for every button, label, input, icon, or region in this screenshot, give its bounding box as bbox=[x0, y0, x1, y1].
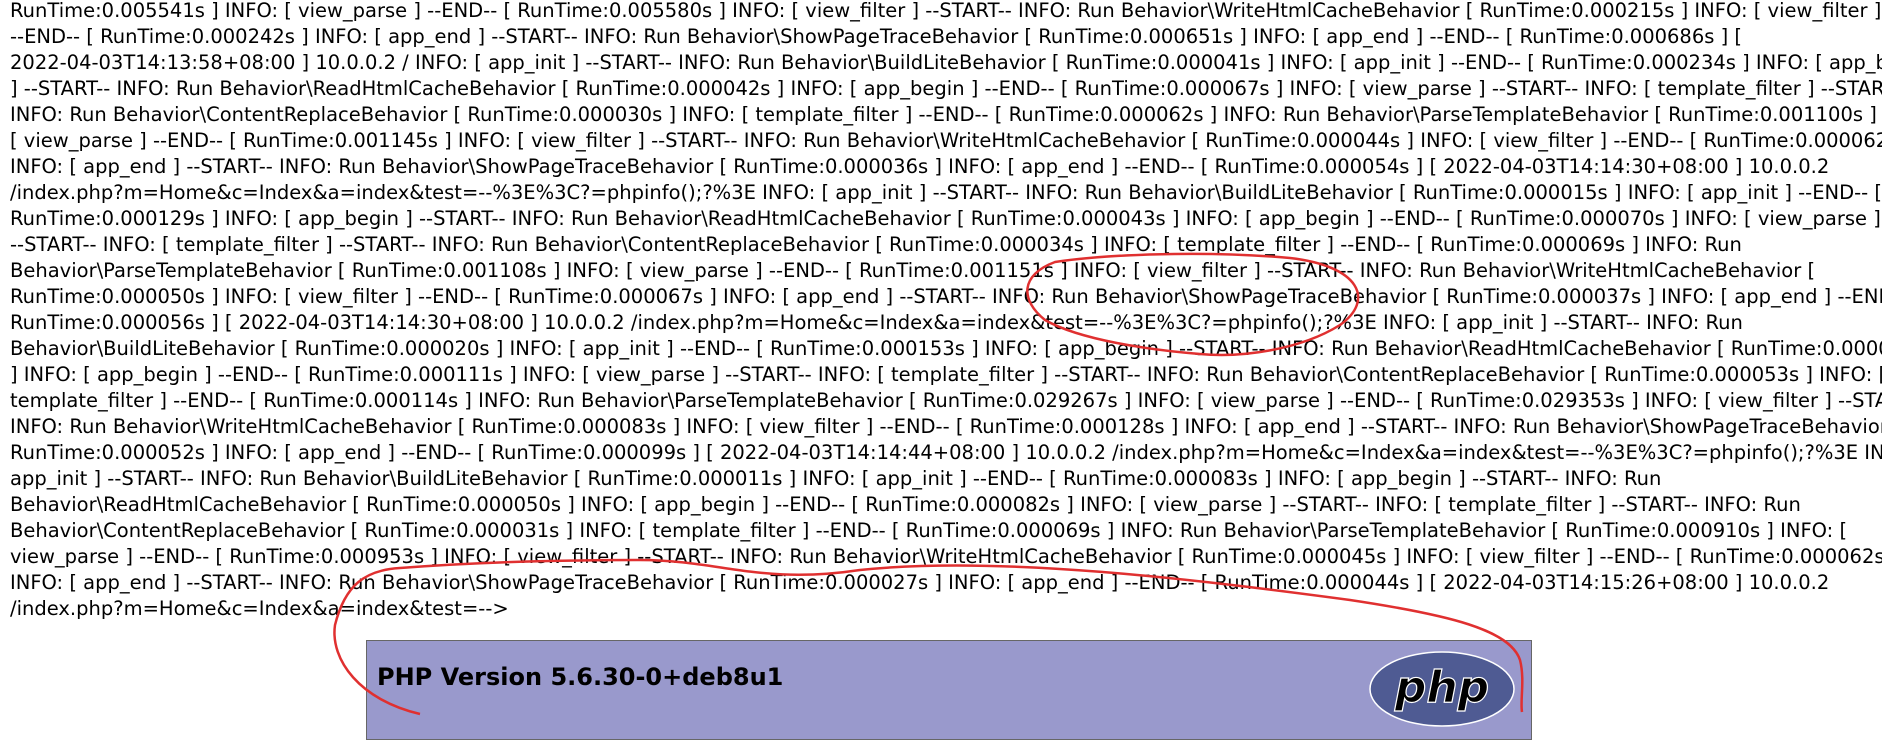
log-line: Behavior\ParseTemplateBehavior [ RunTime… bbox=[10, 259, 1816, 282]
log-line: 2022-04-03T14:13:58+08:00 ] 10.0.0.2 / I… bbox=[10, 51, 1882, 74]
phpinfo-header: PHP Version 5.6.30-0+deb8u1 php bbox=[366, 640, 1532, 740]
php-logo-icon: php bbox=[1369, 651, 1515, 727]
php-logo-text: php bbox=[1394, 662, 1489, 713]
log-line: Behavior\ReadHtmlCacheBehavior [ RunTime… bbox=[10, 493, 1801, 516]
log-line: Behavior\BuildLiteBehavior [ RunTime:0.0… bbox=[10, 337, 1882, 360]
log-line: INFO: [ app_end ] --START-- INFO: Run Be… bbox=[10, 571, 1830, 594]
log-line: app_init ] --START-- INFO: Run Behavior\… bbox=[10, 467, 1662, 490]
log-line: --START-- INFO: [ template_filter ] --ST… bbox=[10, 233, 1742, 256]
log-line: INFO: [ app_end ] --START-- INFO: Run Be… bbox=[10, 155, 1830, 178]
log-line: [ view_parse ] --END-- [ RunTime:0.00114… bbox=[10, 129, 1882, 152]
php-version-title: PHP Version 5.6.30-0+deb8u1 bbox=[377, 663, 784, 691]
log-line: RunTime:0.000056s ] [ 2022-04-03T14:14:3… bbox=[10, 311, 1743, 334]
trace-log: RunTime:0.005541s ] INFO: [ view_parse ]… bbox=[10, 0, 1882, 622]
log-line: INFO: Run Behavior\WriteHtmlCacheBehavio… bbox=[10, 415, 1882, 438]
log-line: view_parse ] --END-- [ RunTime:0.000953s… bbox=[10, 545, 1882, 568]
log-line: Behavior\ContentReplaceBehavior [ RunTim… bbox=[10, 519, 1848, 542]
log-line: INFO: Run Behavior\ContentReplaceBehavio… bbox=[10, 103, 1882, 126]
log-line: /index.php?m=Home&c=Index&a=index&test=-… bbox=[10, 181, 1882, 204]
log-line: RunTime:0.005541s ] INFO: [ view_parse ]… bbox=[10, 0, 1882, 22]
log-line: ] --START-- INFO: Run Behavior\ReadHtmlC… bbox=[10, 77, 1882, 100]
log-line: --END-- [ RunTime:0.000242s ] INFO: [ ap… bbox=[10, 25, 1743, 48]
log-line: RunTime:0.000129s ] INFO: [ app_begin ] … bbox=[10, 207, 1881, 230]
log-line: ] INFO: [ app_begin ] --END-- [ RunTime:… bbox=[10, 363, 1882, 386]
log-line: /index.php?m=Home&c=Index&a=index&test=-… bbox=[10, 597, 509, 620]
log-line: RunTime:0.000050s ] INFO: [ view_filter … bbox=[10, 285, 1882, 308]
log-line: RunTime:0.000052s ] INFO: [ app_end ] --… bbox=[10, 441, 1882, 464]
log-line: template_filter ] --END-- [ RunTime:0.00… bbox=[10, 389, 1882, 412]
